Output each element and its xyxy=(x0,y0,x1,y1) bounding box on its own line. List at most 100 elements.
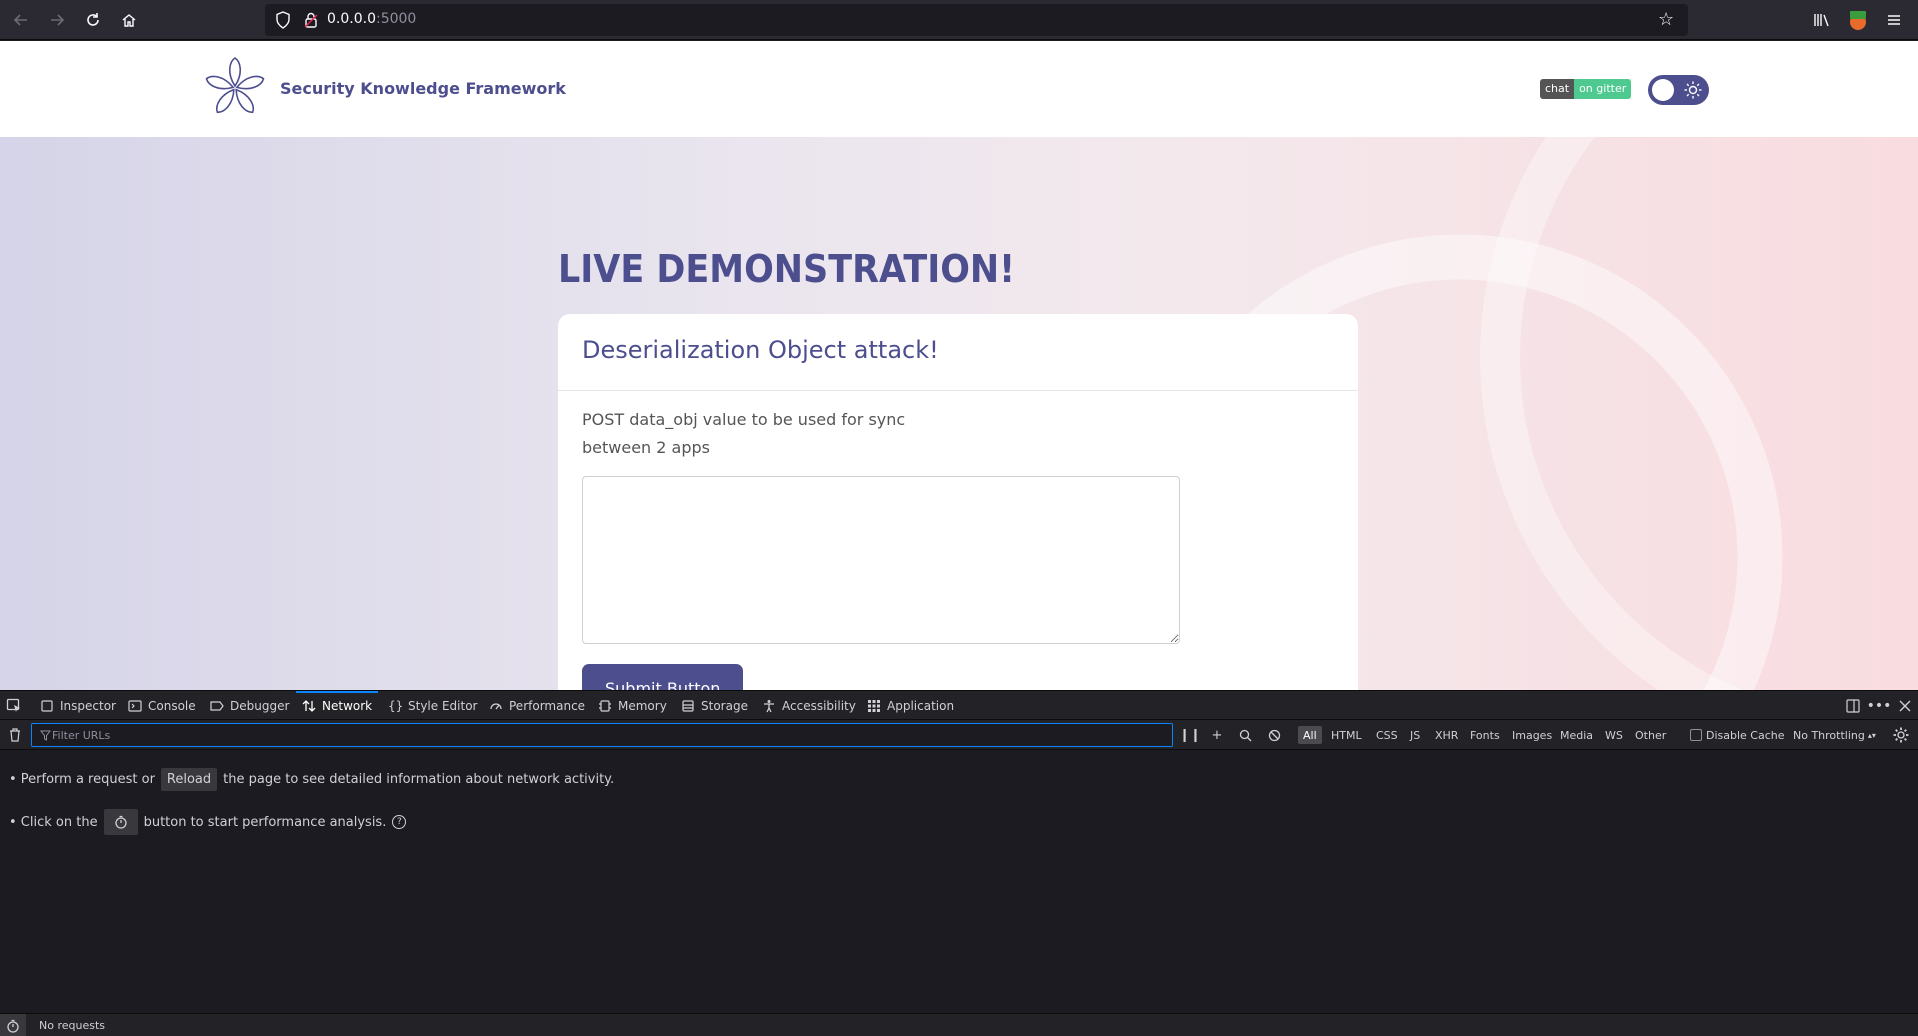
shield-icon[interactable] xyxy=(273,10,293,30)
page-title: LIVE DEMONSTRATION! xyxy=(558,247,1016,291)
type-media[interactable]: Media xyxy=(1555,726,1598,744)
data-obj-textarea[interactable] xyxy=(582,476,1180,644)
tab-inspector[interactable]: Inspector xyxy=(40,691,116,720)
reload-icon[interactable] xyxy=(81,8,105,32)
forward-icon[interactable] xyxy=(45,8,69,32)
block-icon[interactable] xyxy=(1266,727,1282,743)
gitter-badge-left: chat xyxy=(1540,79,1575,99)
accessibility-icon xyxy=(764,699,774,712)
filter-urls-input[interactable] xyxy=(52,724,1152,746)
help-icon[interactable]: ? xyxy=(392,815,407,829)
inspector-icon xyxy=(41,699,53,712)
card-title: Deserialization Object attack! xyxy=(582,336,939,364)
network-empty-state: • Perform a request or Reload the page t… xyxy=(0,750,1918,1013)
tab-debugger-label: Debugger xyxy=(230,698,290,713)
tab-performance[interactable]: Performance xyxy=(489,691,585,720)
gitter-badge-right: on gitter xyxy=(1574,79,1632,99)
tab-storage[interactable]: Storage xyxy=(681,691,748,720)
network-icon xyxy=(302,699,316,712)
pause-icon[interactable]: ❙❙ xyxy=(1179,727,1201,743)
stopwatch-button[interactable] xyxy=(103,809,138,835)
burp-extension-icon[interactable] xyxy=(1846,8,1870,32)
tab-accessibility[interactable]: Accessibility xyxy=(762,691,856,720)
type-js[interactable]: JS xyxy=(1405,726,1425,744)
card-description: POST data_obj value to be used for sync … xyxy=(582,410,906,457)
site-header: Security Knowledge Framework chat on git… xyxy=(0,41,1918,137)
lock-icon[interactable] xyxy=(301,10,321,30)
dock-side-icon[interactable] xyxy=(1844,697,1862,715)
hint-performance-post: button to start performance analysis. xyxy=(143,814,387,830)
skf-logo-icon[interactable] xyxy=(205,56,265,120)
trash-icon[interactable] xyxy=(7,727,23,743)
more-options-icon[interactable]: ••• xyxy=(1867,697,1892,715)
application-icon xyxy=(868,699,880,712)
theme-toggle[interactable] xyxy=(1648,75,1709,105)
stopwatch-icon xyxy=(114,815,127,829)
element-picker-icon[interactable] xyxy=(6,698,22,714)
hint-performance-pre: • Click on the xyxy=(9,814,98,830)
tab-network[interactable]: Network xyxy=(295,691,379,720)
type-html[interactable]: HTML xyxy=(1326,726,1367,744)
tab-application[interactable]: Application xyxy=(867,691,954,720)
search-icon[interactable] xyxy=(1237,727,1253,743)
hero-section: LIVE DEMONSTRATION! Deserialization Obje… xyxy=(0,137,1918,690)
type-fonts[interactable]: Fonts xyxy=(1465,726,1505,744)
url-bar[interactable]: 0.0.0.0:5000 ☆ xyxy=(265,4,1688,36)
chevron-updown-icon: ▴▾ xyxy=(1867,730,1876,740)
tab-network-label: Network xyxy=(322,698,373,713)
type-ws[interactable]: WS xyxy=(1600,726,1628,744)
network-filterbar: ❙❙ + All HTML CSS JS XHR Fonts Images Me… xyxy=(0,720,1918,750)
style-editor-icon: {} xyxy=(388,698,404,713)
tab-memory-label: Memory xyxy=(618,698,667,713)
type-css[interactable]: CSS xyxy=(1371,726,1403,744)
submit-button[interactable]: Submit Button xyxy=(582,664,744,690)
back-icon[interactable] xyxy=(9,8,33,32)
type-xhr[interactable]: XHR xyxy=(1430,726,1463,744)
disable-cache-toggle[interactable]: Disable Cache xyxy=(1690,726,1785,744)
throttling-value: No Throttling xyxy=(1793,728,1865,742)
tab-memory[interactable]: Memory xyxy=(598,691,667,720)
library-icon[interactable] xyxy=(1810,8,1834,32)
gitter-badge[interactable]: chat on gitter xyxy=(1540,79,1632,99)
menu-icon[interactable] xyxy=(1882,8,1906,32)
type-images[interactable]: Images xyxy=(1507,726,1557,744)
debugger-icon xyxy=(210,700,224,711)
brand-title[interactable]: Security Knowledge Framework xyxy=(280,79,566,98)
tab-performance-label: Performance xyxy=(509,698,586,713)
tab-console-label: Console xyxy=(148,698,196,713)
gear-icon[interactable] xyxy=(1892,726,1910,744)
home-icon[interactable] xyxy=(117,8,141,32)
browser-toolbar: 0.0.0.0:5000 ☆ xyxy=(0,0,1918,40)
type-other[interactable]: Other xyxy=(1630,726,1671,744)
add-icon[interactable]: + xyxy=(1209,727,1225,743)
memory-icon xyxy=(599,699,611,712)
tab-storage-label: Storage xyxy=(701,698,748,713)
sun-icon xyxy=(1684,81,1702,99)
tab-style-editor[interactable]: {} Style Editor xyxy=(388,691,477,720)
devtools-tabbar: Inspector Console Debugger Network {} Sty… xyxy=(0,691,1918,720)
tab-style-editor-label: Style Editor xyxy=(408,698,478,713)
throttling-select[interactable]: No Throttling ▴▾ xyxy=(1793,726,1876,744)
request-count: No requests xyxy=(39,1019,105,1032)
hint-reload: • Perform a request or Reload the page t… xyxy=(9,768,614,791)
page-viewport: Security Knowledge Framework chat on git… xyxy=(0,41,1918,690)
type-all[interactable]: All xyxy=(1298,726,1322,744)
card-divider xyxy=(558,390,1358,391)
tab-console[interactable]: Console xyxy=(128,691,196,720)
reload-button[interactable]: Reload xyxy=(160,768,218,791)
storage-icon xyxy=(682,699,694,712)
network-statusbar: No requests xyxy=(0,1013,1918,1036)
bookmark-star-icon[interactable]: ☆ xyxy=(1658,10,1678,30)
disable-cache-checkbox[interactable] xyxy=(1690,729,1702,741)
hint-reload-pre: • Perform a request or xyxy=(9,772,155,787)
close-devtools-icon[interactable] xyxy=(1896,697,1914,715)
hint-performance: • Click on the button to start performan… xyxy=(9,809,407,835)
url-text[interactable]: 0.0.0.0:5000 xyxy=(327,11,416,27)
filter-icon xyxy=(40,730,51,741)
stopwatch-status-icon[interactable] xyxy=(0,1014,26,1036)
filter-urls-box[interactable] xyxy=(31,723,1173,747)
demo-card: Deserialization Object attack! POST data… xyxy=(558,314,1358,690)
performance-icon xyxy=(490,702,502,709)
toggle-knob xyxy=(1652,79,1674,101)
tab-debugger[interactable]: Debugger xyxy=(210,691,289,720)
